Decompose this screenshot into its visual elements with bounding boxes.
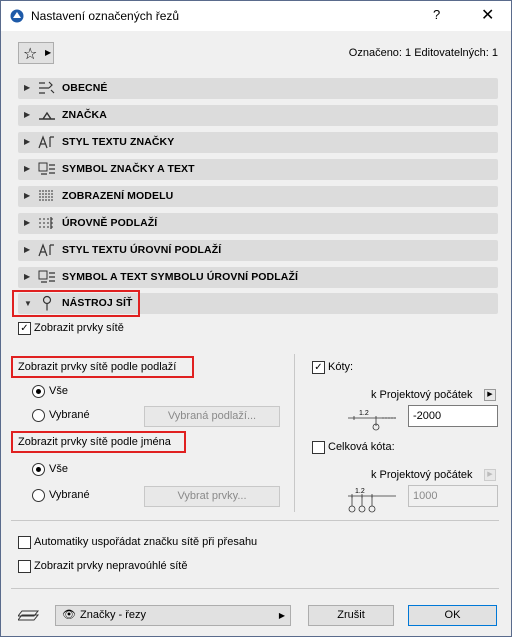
by-story-selected-label: Vybrané bbox=[49, 409, 90, 421]
dim-reference-label: k Projektový počátek bbox=[371, 389, 473, 401]
auto-arrange-checkbox[interactable] bbox=[18, 536, 31, 549]
layers-icon bbox=[18, 610, 40, 621]
ok-button[interactable]: OK bbox=[408, 605, 497, 626]
select-elements-button[interactable]: Vybrat prvky... bbox=[144, 486, 280, 507]
panel-label: ZOBRAZENÍ MODELU bbox=[62, 190, 174, 202]
dimensions-checkbox[interactable]: ✓ bbox=[312, 361, 325, 374]
overall-dim-checkbox[interactable] bbox=[312, 441, 325, 454]
app-icon bbox=[10, 9, 24, 23]
title-bar: Nastavení označených řezů ? ✕ bbox=[1, 1, 511, 31]
show-grid-elements-checkbox[interactable]: ✓ bbox=[18, 322, 31, 335]
panel-marker-text-style[interactable]: ▶ STYL TEXTU ZNAČKY bbox=[18, 132, 498, 153]
dimension-value-input[interactable]: -2000 bbox=[408, 405, 498, 427]
overall-reference-label: k Projektový počátek bbox=[371, 469, 473, 481]
overall-dim-label: Celková kóta: bbox=[328, 441, 395, 453]
text-style-icon bbox=[38, 243, 54, 257]
dialog-window: Nastavení označených řezů ? ✕ ☆ ▶ Označe… bbox=[0, 0, 512, 637]
show-nonortho-label: Zobrazit prvky nepravoúhlé sítě bbox=[34, 560, 188, 572]
panel-label: STYL TEXTU ZNAČKY bbox=[62, 136, 175, 148]
eye-icon: 👁 bbox=[62, 609, 76, 621]
column-divider bbox=[294, 354, 295, 512]
panel-general[interactable]: ▶ OBECNÉ bbox=[18, 78, 498, 99]
by-name-all-radio[interactable] bbox=[32, 463, 45, 476]
highlight-grid-tool bbox=[12, 290, 140, 317]
show-grid-elements-label: Zobrazit prvky sítě bbox=[34, 322, 124, 334]
section-divider bbox=[11, 520, 499, 521]
panel-story-levels[interactable]: ▶ ÚROVNĚ PODLAŽÍ bbox=[18, 213, 498, 234]
footer-divider bbox=[11, 588, 499, 589]
panel-story-text-style[interactable]: ▶ STYL TEXTU ÚROVNÍ PODLAŽÍ bbox=[18, 240, 498, 261]
expand-arrow-icon: ▶ bbox=[24, 137, 31, 146]
expand-arrow-icon: ▶ bbox=[24, 191, 31, 200]
panel-label: ÚROVNĚ PODLAŽÍ bbox=[62, 217, 158, 229]
panel-label: STYL TEXTU ÚROVNÍ PODLAŽÍ bbox=[62, 244, 222, 256]
overall-value-input[interactable]: 1000 bbox=[408, 485, 498, 507]
expand-arrow-icon: ▶ bbox=[24, 83, 31, 92]
svg-text:1.2: 1.2 bbox=[355, 488, 365, 495]
show-nonortho-checkbox[interactable] bbox=[18, 560, 31, 573]
text-style-icon bbox=[38, 135, 54, 149]
expand-arrow-icon: ▶ bbox=[24, 218, 31, 227]
by-name-selected-radio[interactable] bbox=[32, 489, 45, 502]
panel-label: SYMBOL A TEXT SYMBOLU ÚROVNÍ PODLAŽÍ bbox=[62, 271, 298, 283]
expand-arrow-icon: ▶ bbox=[24, 272, 31, 281]
help-button[interactable]: ? bbox=[433, 7, 440, 22]
close-button[interactable]: ✕ bbox=[481, 5, 494, 25]
by-story-selected-radio[interactable] bbox=[32, 409, 45, 422]
panel-label: OBECNÉ bbox=[62, 82, 108, 94]
by-name-selected-label: Vybrané bbox=[49, 489, 90, 501]
window-title: Nastavení označených řezů bbox=[31, 9, 180, 23]
by-name-all-label: Vše bbox=[49, 463, 68, 475]
symbol-text-icon bbox=[38, 162, 55, 175]
panel-story-symbol-text[interactable]: ▶ SYMBOL A TEXT SYMBOLU ÚROVNÍ PODLAŽÍ bbox=[18, 267, 498, 288]
svg-text:1.2: 1.2 bbox=[359, 410, 369, 417]
triangle-right-icon: ▶ bbox=[45, 48, 52, 57]
layer-combo[interactable]: 👁 Značky - řezy ▶ bbox=[55, 605, 291, 626]
by-story-all-radio[interactable] bbox=[32, 385, 45, 398]
overall-reference-arrow[interactable]: ▶ bbox=[484, 469, 496, 481]
star-icon: ☆ bbox=[23, 46, 38, 63]
overall-dimension-diagram-icon: 1.2 bbox=[348, 488, 396, 513]
expand-arrow-icon: ▶ bbox=[24, 245, 31, 254]
layer-combo-label: Značky - řezy bbox=[80, 609, 147, 621]
combo-arrow-icon: ▶ bbox=[278, 611, 285, 620]
dimension-diagram-icon: 1.2 bbox=[348, 410, 396, 431]
expand-arrow-icon: ▶ bbox=[24, 110, 31, 119]
auto-arrange-label: Automatiky uspořádat značku sítě při pře… bbox=[34, 536, 258, 548]
panel-symbol-text[interactable]: ▶ SYMBOL ZNAČKY A TEXT bbox=[18, 159, 498, 180]
by-story-title: Zobrazit prvky sítě podle podlaží bbox=[18, 361, 177, 373]
by-name-title: Zobrazit prvky sítě podle jména bbox=[18, 436, 171, 448]
panel-marker[interactable]: ▶ ZNAČKA bbox=[18, 105, 498, 126]
symbol-text-icon bbox=[38, 270, 55, 283]
panel-label: SYMBOL ZNAČKY A TEXT bbox=[62, 163, 195, 175]
model-display-icon bbox=[39, 190, 53, 201]
favorites-button[interactable]: ☆ ▶ bbox=[18, 42, 54, 64]
by-story-all-label: Vše bbox=[49, 385, 68, 397]
expand-arrow-icon: ▶ bbox=[24, 164, 31, 173]
top-row: ☆ ▶ Označeno: 1 Editovatelných: 1 bbox=[18, 42, 498, 66]
selected-stories-button[interactable]: Vybraná podlaží... bbox=[144, 406, 280, 427]
panel-model-display[interactable]: ▶ ZOBRAZENÍ MODELU bbox=[18, 186, 498, 207]
selection-info: Označeno: 1 Editovatelných: 1 bbox=[348, 47, 498, 59]
marker-icon bbox=[39, 111, 55, 120]
dimensions-label: Kóty: bbox=[328, 361, 354, 373]
general-settings-icon bbox=[39, 81, 55, 94]
story-levels-icon bbox=[39, 217, 55, 229]
dim-reference-arrow[interactable]: ▶ bbox=[484, 389, 496, 401]
cancel-button[interactable]: Zrušit bbox=[308, 605, 394, 626]
panel-label: ZNAČKA bbox=[62, 109, 107, 121]
